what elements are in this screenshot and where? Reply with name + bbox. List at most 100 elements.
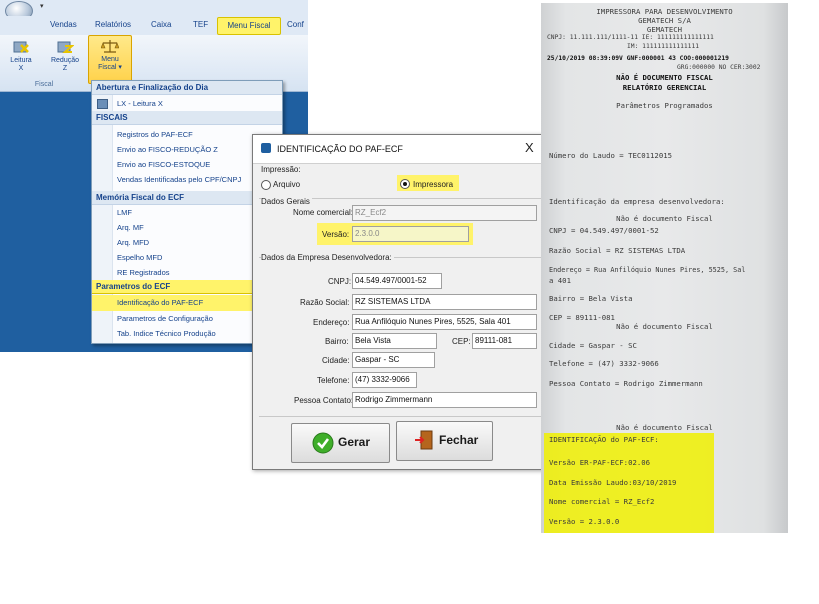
receipt-line: Não é documento Fiscal [616,214,713,223]
nome-comercial-label: Nome comercial: [293,208,354,217]
receipt-line: Data Emissão Laudo:03/10/2019 [549,478,677,487]
pessoa-contato-label: Pessoa Contato: [294,396,354,405]
receipt-line: Número do Laudo = TEC0112015 [549,151,673,160]
receipt-line: Telefone = (47) 3332-9066 [549,359,659,368]
receipt-line: IM: 111111111111111 [627,43,700,50]
receipt-line: Endereço = Rua Anfilóquio Nunes Pires, 5… [549,266,746,274]
telefone-label: Telefone: [317,376,350,385]
razao-social-field[interactable]: RZ SISTEMAS LTDA [352,294,537,310]
reducao-z-label-1: Redução [50,57,80,64]
identificacao-paf-ecf-dialog: IDENTIFICAÇÃO DO PAF-ECF X Impressão: Ar… [252,134,548,470]
impressao-label: Impressão: [261,165,301,174]
cep-field[interactable]: 89111-081 [472,333,537,349]
cnpj-field[interactable]: 04.549.497/0001-52 [352,273,442,289]
receipt-line: Versão ER-PAF-ECF:02.06 [549,458,651,467]
menu-fiscal-button[interactable]: Menu Fiscal ▾ [88,35,132,84]
fechar-button[interactable]: Fechar [396,421,493,461]
bairro-field[interactable]: Bela Vista [352,333,437,349]
cidade-label: Cidade: [322,356,350,365]
menu-header-fiscais: FISCAIS [92,111,282,125]
versao-label: Versão: [322,230,350,239]
reducao-z-button[interactable]: Redução Z [50,37,80,81]
nome-comercial-field[interactable]: RZ_Ecf2 [352,205,537,221]
dados-empresa-label: Dados da Empresa Desenvolvedora: [261,253,394,262]
tab-menu-fiscal[interactable]: Menu Fiscal [217,17,281,35]
cep-label: CEP: [452,337,471,346]
dialog-title: IDENTIFICAÇÃO DO PAF-ECF [277,144,403,154]
separator [259,416,541,417]
receipt-line: GEMATECH [646,25,683,34]
leitura-x-menu-icon [97,99,108,109]
receipt-line: GRG:000000 NO CER:3002 [677,64,761,71]
leitura-x-button[interactable]: Leitura X [6,37,36,81]
radio-impressora-label: Impressora [413,180,454,189]
menu-item-envio-estoque[interactable]: Envio ao FISCO-ESTOQUE [117,160,210,169]
gerar-button[interactable]: Gerar [291,423,390,463]
app-window-icon [261,143,271,153]
check-icon [312,432,334,454]
versao-field[interactable]: 2.3.0.0 [352,226,469,242]
menu-item-lmf[interactable]: LMF [117,208,132,217]
reducao-z-label-2: Z [62,65,68,72]
receipt-line: Não é documento Fiscal [616,322,713,331]
dados-gerais-label: Dados Gerais [261,197,312,206]
menu-item-arq-mfd[interactable]: Arq. MFD [117,238,149,247]
menu-item-leitura-x[interactable]: LX - Leitura X [117,99,163,108]
receipt-line: Pessoa Contato = Rodrigo Zimmermann [549,379,703,388]
receipt-line: RELATÓRIO GERENCIAL [622,83,707,92]
tab-tef[interactable]: TEF [193,20,208,29]
bairro-label: Bairro: [325,337,349,346]
receipt-line: GEMATECH S/A [638,16,691,25]
fechar-button-label: Fechar [439,433,479,447]
receipt-line: CNPJ = 04.549.497/0001-52 [549,226,659,235]
endereco-field[interactable]: Rua Anfilóquio Nunes Pires, 5525, Sala 4… [352,314,537,330]
receipt-line: Bairro = Bela Vista [549,294,633,303]
receipt-line: IMPRESSORA PARA DESENVOLVIMENTO [596,7,733,16]
receipt-line: Cidade = Gaspar - SC [549,341,637,350]
receipt-line: Versão = 2.3.0.0 [549,517,620,526]
ribbon-tab-bar: Vendas Relatórios Caixa TEF Menu Fiscal … [0,16,308,36]
gerar-button-label: Gerar [338,435,371,449]
menu-fiscal-label-1: Menu [101,56,119,63]
menu-item-registros-paf[interactable]: Registros do PAF-ECF [117,130,193,139]
leitura-x-label-1: Leitura [10,57,32,64]
cnpj-label: CNPJ: [328,277,352,286]
quick-access-dropdown-icon[interactable]: ▾ [40,2,44,10]
receipt-line: NÃO É DOCUMENTO FISCAL [616,73,713,82]
menu-item-arq-mf[interactable]: Arq. MF [117,223,144,232]
menu-item-indice-tecnico-producao[interactable]: Tab. Indice Técnico Produção [117,329,216,338]
printed-receipt-photo: IMPRESSORA PARA DESENVOLVIMENTO GEMATECH… [541,3,788,533]
menu-fiscal-label-2: Fiscal ▾ [98,64,122,71]
radio-arquivo[interactable] [261,180,271,190]
menu-item-vendas-cpf-cnpj[interactable]: Vendas Identificadas pelo CPF/CNPJ [117,175,241,184]
radio-impressora[interactable] [400,179,410,189]
receipt-line: CEP = 89111-081 [549,313,615,322]
reducao-z-icon [57,41,74,53]
receipt-line: Nome comercial = RZ_Ecf2 [549,497,655,506]
quick-access-toolbar: ▾ [0,0,308,21]
dialog-title-bar: IDENTIFICAÇÃO DO PAF-ECF X [253,135,547,164]
menu-item-re-registrados[interactable]: RE Registrados [117,268,170,277]
cidade-field[interactable]: Gaspar - SC [352,352,435,368]
exit-door-icon [415,430,433,450]
receipt-line: Identificação da empresa desenvolvedora: [549,197,725,206]
leitura-x-icon [13,41,29,53]
pessoa-contato-field[interactable]: Rodrigo Zimmermann [352,392,537,408]
receipt-line: a 401 [549,276,571,285]
receipt-line: Não é documento Fiscal [616,423,713,432]
tab-caixa[interactable]: Caixa [151,20,171,29]
tab-relatorios[interactable]: Relatórios [95,20,131,29]
menu-item-espelho-mfd[interactable]: Espelho MFD [117,253,162,262]
close-icon[interactable]: X [525,140,534,155]
receipt-line: 25/10/2019 08:39:09V GNF:000001 43 COO:0… [547,55,729,62]
menu-item-envio-reducao-z[interactable]: Envio ao FISCO-REDUÇÃO Z [117,145,218,154]
menu-header-abertura: Abertura e Finalização do Dia [92,81,282,95]
razao-social-label: Razão Social: [300,298,350,307]
receipt-line: Parâmetros Programados [616,101,713,110]
menu-item-parametros-configuracao[interactable]: Parametros de Configuração [117,314,213,323]
radio-arquivo-label: Arquivo [273,180,301,189]
tab-configuracoes[interactable]: Conf [287,20,304,29]
tab-vendas[interactable]: Vendas [50,20,77,29]
endereco-label: Endereço: [313,318,350,327]
telefone-field[interactable]: (47) 3332-9066 [352,372,417,388]
